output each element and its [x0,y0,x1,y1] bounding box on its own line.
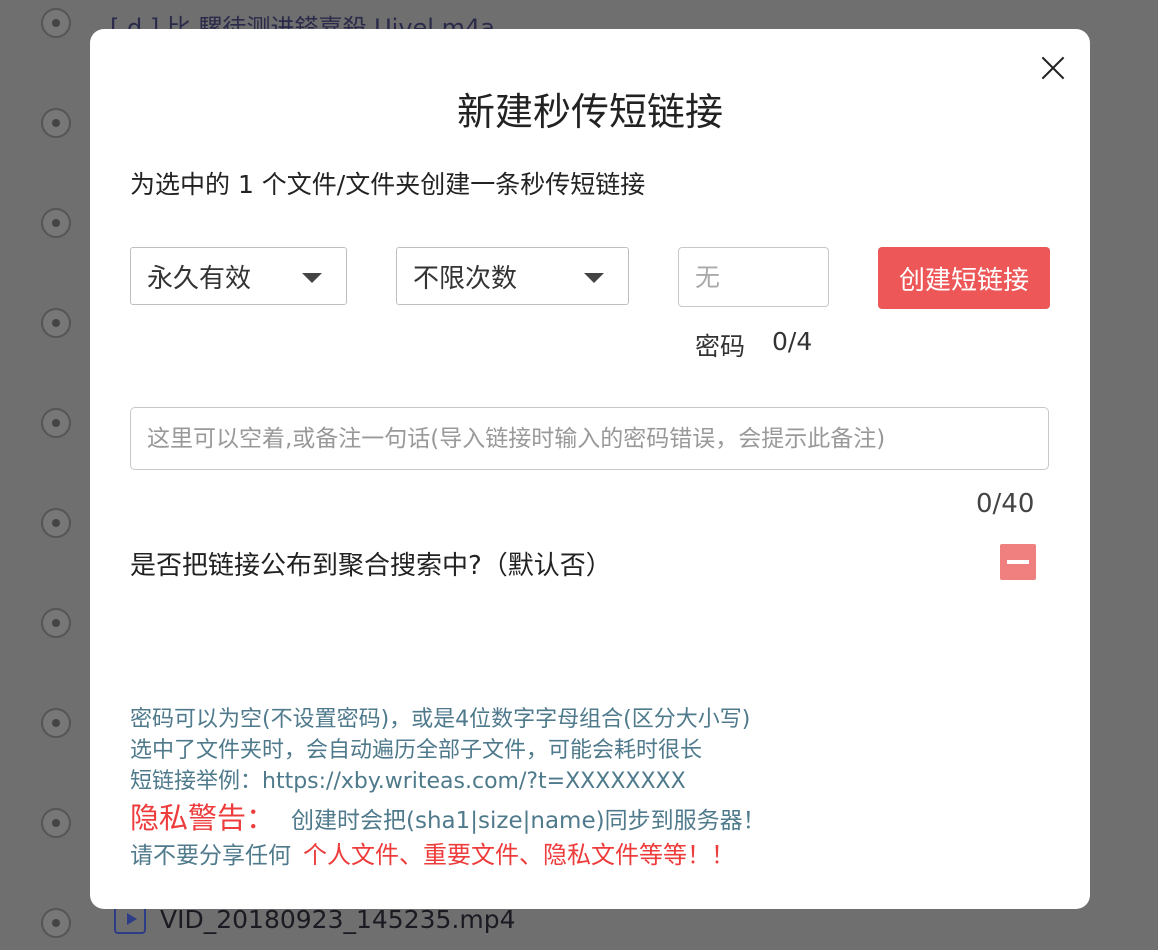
expire-select-value: 永久有效 [147,263,252,294]
info-text-example: 短链接举例：https://xby.writeas.com/?t=XXXXXXX… [130,769,686,794]
create-short-link-button[interactable]: 创建短链接 [878,247,1050,309]
expire-select[interactable]: 永久有效 [130,247,347,305]
create-short-link-dialog: 新建秒传短链接 为选中的 1 个文件/文件夹创建一条秒传短链接 永久有效 不限次… [90,29,1090,909]
caret-down-icon [584,273,604,283]
radio-icon [41,308,71,338]
caret-down-icon [302,273,322,283]
radio-icon [41,408,71,438]
publish-toggle-minus-icon[interactable] [1000,544,1036,580]
radio-icon [41,208,71,238]
password-char-counter: 0/4 [772,327,813,356]
privacy-warning: 隐私警告： 创建时会把(sha1|size|name)同步到服务器！ [130,795,766,837]
publish-question-label: 是否把链接公布到聚合搜索中?（默认否） [130,551,612,581]
password-input[interactable] [678,247,829,307]
privacy-warning-prefix: 请不要分享任何 [130,843,291,869]
privacy-warning-line2: 请不要分享任何 个人文件、重要文件、隐私文件等等！！ [130,835,735,870]
radio-icon [41,808,71,838]
note-input[interactable] [130,407,1049,470]
radio-icon [41,8,71,38]
radio-icon [41,908,71,938]
count-limit-select-value: 不限次数 [413,263,518,294]
note-char-counter: 0/40 [976,489,1035,519]
count-limit-select[interactable]: 不限次数 [396,247,629,305]
info-text-folder: 选中了文件夹时，会自动遍历全部子文件，可能会耗时很长 [130,738,703,763]
close-icon[interactable] [1038,53,1068,83]
radio-icon [41,508,71,538]
radio-icon [41,108,71,138]
radio-icon [41,608,71,638]
dialog-subtitle: 为选中的 1 个文件/文件夹创建一条秒传短链接 [130,170,646,199]
privacy-warning-highlight: 个人文件、重要文件、隐私文件等等！！ [303,841,735,869]
password-label: 密码 [695,332,746,361]
dialog-title: 新建秒传短链接 [456,90,723,134]
info-text-password: 密码可以为空(不设置密码)，或是4位数字字母组合(区分大小写) [130,707,751,732]
privacy-warning-title: 隐私警告： [130,801,276,835]
privacy-warning-text: 创建时会把(sha1|size|name)同步到服务器！ [291,808,766,834]
radio-icon [41,708,71,738]
